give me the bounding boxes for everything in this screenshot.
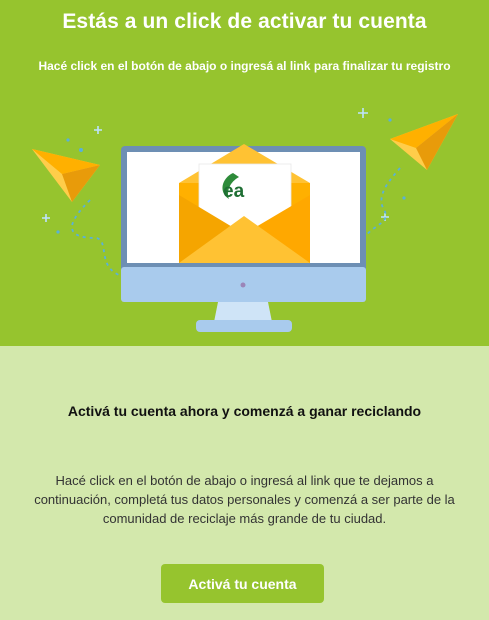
hero-subtitle: Hacé click en el botón de abajo o ingres… bbox=[38, 59, 451, 73]
right-plane-trail bbox=[365, 167, 401, 237]
paper-plane-icon bbox=[32, 149, 100, 202]
hero-title: Estás a un click de activar tu cuenta bbox=[62, 10, 427, 33]
left-plane-trail bbox=[71, 199, 123, 277]
content-body: Hacé click en el botón de abajo o ingres… bbox=[34, 473, 455, 526]
content-title: Activá tu cuenta ahora y comenzá a ganar… bbox=[67, 403, 422, 419]
activate-account-button[interactable]: Activá tu cuenta bbox=[161, 564, 324, 603]
logo-text: ea bbox=[223, 181, 245, 202]
activation-illustration: ea bbox=[32, 108, 458, 332]
paper-plane-icon bbox=[390, 114, 458, 170]
